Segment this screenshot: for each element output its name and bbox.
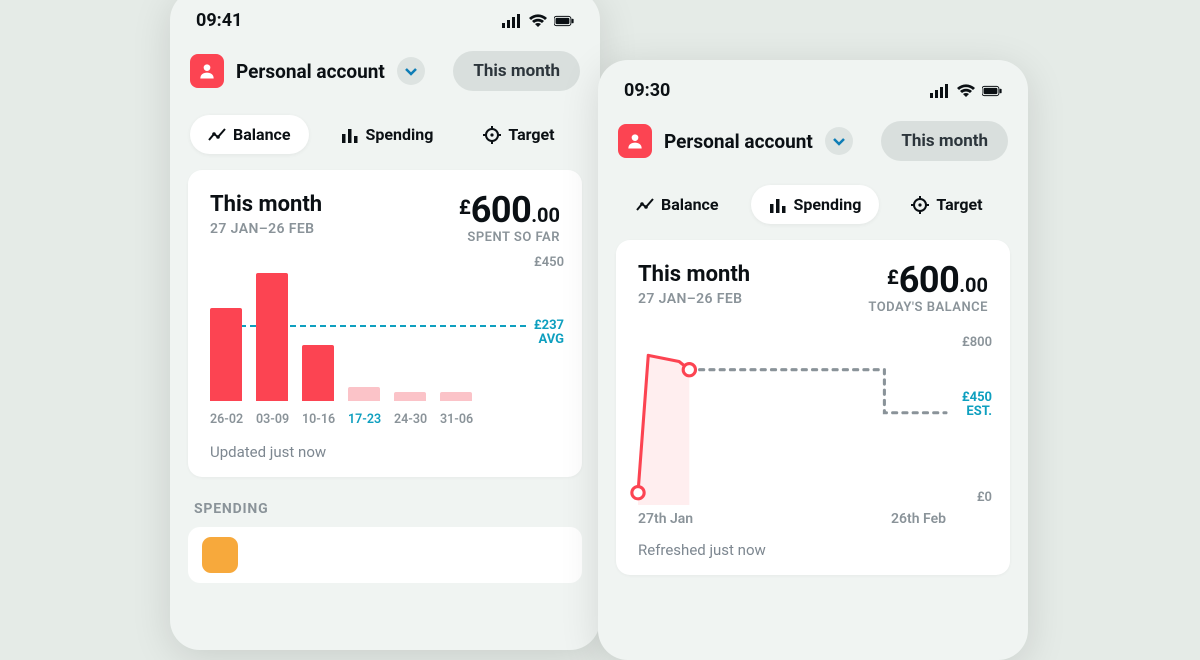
est-label: £450 EST. xyxy=(962,391,992,420)
account-dropdown-button[interactable] xyxy=(825,127,853,155)
view-tabs: Balance Spending Target xyxy=(188,97,582,170)
bar[interactable] xyxy=(256,273,288,401)
tab-spending[interactable]: Spending xyxy=(323,115,452,154)
chevron-down-icon xyxy=(832,134,846,148)
status-indicators xyxy=(930,84,1002,98)
account-name: Personal account xyxy=(664,130,813,153)
chevron-down-icon xyxy=(404,64,418,78)
tab-label: Balance xyxy=(661,195,719,214)
status-bar: 09:41 xyxy=(188,4,582,45)
tab-label: Spending xyxy=(794,195,862,214)
x-labels: 26-02 03-09 10-16 17-23 24-30 31-06 xyxy=(210,412,518,427)
status-indicators xyxy=(502,14,574,28)
tab-label: Spending xyxy=(366,125,434,144)
weekly-spending-chart[interactable]: £450 £237 AVG 26-02 03-09 10-16 17-23 24… xyxy=(210,255,560,425)
view-tabs: Balance Spending Target xyxy=(616,167,1010,240)
cellular-icon xyxy=(502,14,522,28)
category-color-swatch xyxy=(202,537,238,573)
tab-label: Balance xyxy=(233,125,291,144)
bar[interactable] xyxy=(302,345,334,401)
target-icon xyxy=(911,196,929,214)
period-selector[interactable]: This month xyxy=(881,121,1008,161)
data-point-current xyxy=(683,364,695,376)
bars-icon xyxy=(341,126,359,144)
bar[interactable] xyxy=(394,392,426,401)
target-icon xyxy=(483,126,501,144)
battery-icon xyxy=(554,14,574,28)
tab-balance[interactable]: Balance xyxy=(190,115,309,154)
amount: £600.00 xyxy=(868,262,988,298)
category-row[interactable] xyxy=(188,527,582,583)
trend-icon xyxy=(636,196,654,214)
wifi-icon xyxy=(528,14,548,28)
status-time: 09:30 xyxy=(624,80,670,101)
trend-icon xyxy=(208,126,226,144)
tab-target[interactable]: Target xyxy=(465,115,572,154)
account-dropdown-button[interactable] xyxy=(397,57,425,85)
tab-spending[interactable]: Spending xyxy=(751,185,880,224)
card-title: This month xyxy=(210,192,322,217)
avg-label: £237 AVG xyxy=(534,319,564,348)
updated-text: Updated just now xyxy=(210,425,560,461)
battery-icon xyxy=(982,84,1002,98)
plot-area xyxy=(638,341,946,505)
tab-label: Target xyxy=(936,195,982,214)
tab-balance[interactable]: Balance xyxy=(618,185,737,224)
status-time: 09:41 xyxy=(196,10,242,31)
x-start: 27th Jan xyxy=(638,511,693,527)
bar[interactable] xyxy=(440,392,472,401)
x-label: 10-16 xyxy=(302,412,334,427)
bars-icon xyxy=(769,196,787,214)
x-end: 26th Feb xyxy=(891,511,946,527)
account-selector[interactable]: Personal account This month xyxy=(616,115,1010,167)
data-point xyxy=(632,487,644,499)
amount-sublabel: SPENT SO FAR xyxy=(459,230,560,245)
projection-line xyxy=(689,370,946,413)
x-label: 24-30 xyxy=(394,412,426,427)
card-date-range: 27 JAN–26 FEB xyxy=(210,221,322,237)
y-tick-top: £450 xyxy=(534,255,564,270)
bar[interactable] xyxy=(210,308,242,401)
amount: £600.00 xyxy=(459,192,560,228)
spending-card: This month 27 JAN–26 FEB £600.00 SPENT S… xyxy=(188,170,582,477)
spending-section-title: SPENDING xyxy=(188,477,582,527)
account-selector[interactable]: Personal account This month xyxy=(188,45,582,97)
phone-balance-view: 09:41 Personal account This month Balanc… xyxy=(170,0,600,650)
card-date-range: 27 JAN–26 FEB xyxy=(638,291,750,307)
x-label: 31-06 xyxy=(440,412,472,427)
avatar-icon xyxy=(618,124,652,158)
bar[interactable] xyxy=(348,387,380,401)
line-svg xyxy=(638,341,946,505)
account-name: Personal account xyxy=(236,60,385,83)
phone-spending-view: 09:30 Personal account This month Balanc… xyxy=(598,60,1028,660)
bars xyxy=(210,261,518,401)
period-selector[interactable]: This month xyxy=(453,51,580,91)
balance-card: This month 27 JAN–26 FEB £600.00 TODAY'S… xyxy=(616,240,1010,575)
status-bar: 09:30 xyxy=(616,74,1010,115)
avatar-icon xyxy=(190,54,224,88)
y-tick-bottom: £0 xyxy=(977,490,992,505)
x-label: 26-02 xyxy=(210,412,242,427)
tab-label: Target xyxy=(508,125,554,144)
x-label: 03-09 xyxy=(256,412,288,427)
wifi-icon xyxy=(956,84,976,98)
x-label: 17-23 xyxy=(348,412,380,427)
cellular-icon xyxy=(930,84,950,98)
amount-sublabel: TODAY'S BALANCE xyxy=(868,300,988,315)
card-title: This month xyxy=(638,262,750,287)
updated-text: Refreshed just now xyxy=(638,523,988,559)
tab-target[interactable]: Target xyxy=(893,185,1000,224)
balance-trend-chart[interactable]: £800 £0 £450 EST. 27th Jan 26th Feb xyxy=(638,333,988,523)
x-labels: 27th Jan 26th Feb xyxy=(638,511,946,527)
y-tick-top: £800 xyxy=(962,335,992,350)
